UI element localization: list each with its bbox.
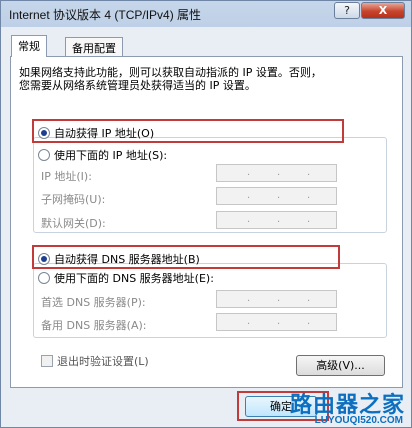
radio-button-icon bbox=[38, 253, 50, 265]
radio-manual-dns-label: 使用下面的 DNS 服务器地址(E): bbox=[54, 272, 214, 285]
radio-auto-ip-label: 自动获得 IP 地址(O) bbox=[54, 127, 155, 140]
radio-manual-ip[interactable]: 使用下面的 IP 地址(S): bbox=[38, 147, 171, 163]
tab-general[interactable]: 常规 bbox=[11, 35, 47, 57]
description-line-2: 您需要从网络系统管理员处获得适当的 IP 设置。 bbox=[19, 79, 256, 92]
radio-button-icon bbox=[38, 127, 50, 139]
validate-on-exit-label: 退出时验证设置(L) bbox=[57, 355, 149, 368]
radio-auto-dns[interactable]: 自动获得 DNS 服务器地址(B) bbox=[38, 251, 200, 267]
subnet-mask-label: 子网掩码(U): bbox=[41, 193, 106, 206]
default-gateway-label: 默认网关(D): bbox=[41, 217, 106, 230]
radio-manual-dns[interactable]: 使用下面的 DNS 服务器地址(E): bbox=[38, 270, 217, 286]
checkbox-icon bbox=[41, 355, 53, 367]
radio-auto-dns-label: 自动获得 DNS 服务器地址(B) bbox=[54, 253, 200, 266]
radio-button-icon bbox=[38, 149, 50, 161]
title-bar[interactable]: Internet 协议版本 4 (TCP/IPv4) 属性 ? X bbox=[1, 1, 411, 25]
help-button[interactable]: ? bbox=[334, 2, 360, 19]
window-title: Internet 协议版本 4 (TCP/IPv4) 属性 bbox=[9, 8, 202, 22]
watermark-logo: 路由器之家 LUYOUQI520.COM bbox=[287, 379, 407, 427]
preferred-dns-label: 首选 DNS 服务器(P): bbox=[41, 296, 146, 309]
preferred-dns-input[interactable]: ... bbox=[216, 290, 337, 308]
description-text: 如果网络支持此功能，则可以获取自动指派的 IP 设置。否则， 您需要从网络系统管… bbox=[19, 66, 389, 92]
subnet-mask-input[interactable]: ... bbox=[216, 187, 337, 205]
close-button[interactable]: X bbox=[361, 2, 405, 19]
alternate-dns-input[interactable]: ... bbox=[216, 313, 337, 331]
ip-address-input[interactable]: ... bbox=[216, 164, 337, 182]
radio-auto-ip[interactable]: 自动获得 IP 地址(O) bbox=[38, 125, 154, 141]
watermark-sub-text: LUYOUQI520.COM bbox=[314, 415, 403, 426]
default-gateway-input[interactable]: ... bbox=[216, 211, 337, 229]
dialog-window: Internet 协议版本 4 (TCP/IPv4) 属性 ? X 常规 备用配… bbox=[0, 0, 412, 428]
tab-alternate-config[interactable]: 备用配置 bbox=[65, 37, 123, 56]
description-line-1: 如果网络支持此功能，则可以获取自动指派的 IP 设置。否则， bbox=[19, 66, 322, 79]
advanced-button[interactable]: 高级(V)... bbox=[296, 355, 385, 376]
radio-button-icon bbox=[38, 272, 50, 284]
validate-on-exit-checkbox[interactable]: 退出时验证设置(L) bbox=[41, 353, 149, 369]
alternate-dns-label: 备用 DNS 服务器(A): bbox=[41, 319, 147, 332]
ip-address-label: IP 地址(I): bbox=[41, 170, 92, 183]
radio-manual-ip-label: 使用下面的 IP 地址(S): bbox=[54, 149, 168, 162]
